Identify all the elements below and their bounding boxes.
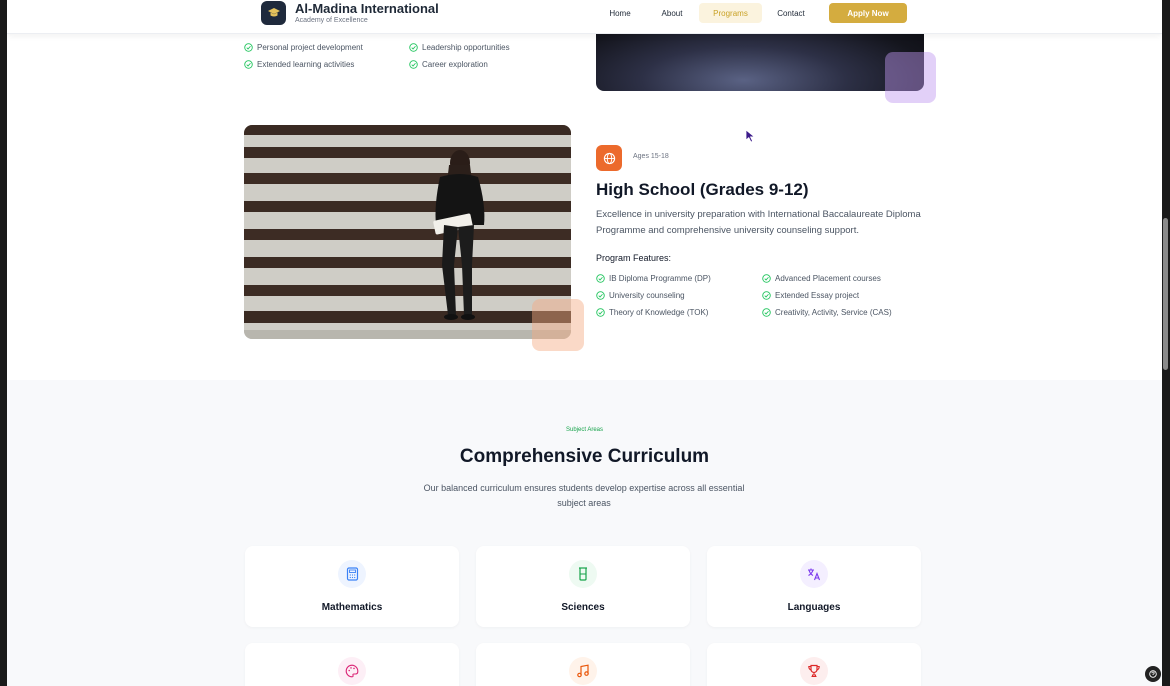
logo-badge[interactable] <box>261 1 286 25</box>
feature-text: Leadership opportunities <box>422 43 510 52</box>
subject-card-languages[interactable]: Languages <box>707 546 921 627</box>
apply-now-button[interactable]: Apply Now <box>829 3 907 23</box>
feature-text: IB Diploma Programme (DP) <box>609 274 711 283</box>
subject-label: Languages <box>787 602 841 613</box>
mouse-cursor-icon <box>745 129 756 143</box>
check-circle-icon <box>244 43 253 52</box>
info-icon <box>1149 670 1157 678</box>
subject-icon-wrap <box>569 657 597 685</box>
brand-name[interactable]: Al-Madina International <box>295 1 439 16</box>
feature-text: Extended Essay project <box>775 291 860 300</box>
palette-icon <box>345 664 359 678</box>
subject-icon-wrap <box>338 657 366 685</box>
floating-help-button[interactable] <box>1145 666 1161 682</box>
check-circle-icon <box>244 60 253 69</box>
program-badge <box>596 145 622 171</box>
decorative-square <box>532 299 584 351</box>
program-title: High School (Grades 9-12) <box>596 180 809 199</box>
check-circle-icon <box>596 274 605 283</box>
subject-card-sciences[interactable]: Sciences <box>476 546 690 627</box>
check-circle-icon <box>596 308 605 317</box>
curriculum-section <box>7 380 1162 686</box>
check-circle-icon <box>409 43 418 52</box>
program-features-label: Program Features: <box>596 253 672 263</box>
graduation-cap-icon <box>267 8 280 17</box>
nav-contact[interactable]: Contact <box>771 3 811 23</box>
brand-tagline: Academy of Excellence <box>295 17 368 24</box>
feature-text: University counseling <box>609 291 685 300</box>
feature-text: Extended learning activities <box>257 60 355 69</box>
list-item: University counseling <box>596 291 685 300</box>
check-circle-icon <box>596 291 605 300</box>
list-item: Career exploration <box>409 60 488 69</box>
scrollbar-thumb[interactable] <box>1163 218 1168 370</box>
subject-icon-wrap <box>800 657 828 685</box>
list-item: Extended learning activities <box>244 60 354 69</box>
globe-icon <box>603 152 615 164</box>
list-item: Theory of Knowledge (TOK) <box>596 308 708 317</box>
program-description: Excellence in university preparation wit… <box>596 209 921 236</box>
subject-label: Sciences <box>561 602 605 613</box>
decorative-square <box>885 52 936 103</box>
feature-text: Creativity, Activity, Service (CAS) <box>775 308 892 317</box>
section-description: Our balanced curriculum ensures students… <box>423 483 745 508</box>
trophy-icon <box>808 664 820 678</box>
check-circle-icon <box>762 274 771 283</box>
check-circle-icon <box>409 60 418 69</box>
feature-text: Theory of Knowledge (TOK) <box>609 308 709 317</box>
calculator-icon <box>346 567 358 581</box>
feature-text: Personal project development <box>257 43 363 52</box>
list-item: Advanced Placement courses <box>762 274 881 283</box>
list-item: Creativity, Activity, Service (CAS) <box>762 308 892 317</box>
nav-programs[interactable]: Programs <box>699 3 762 23</box>
subject-card-sports[interactable] <box>707 643 921 686</box>
feature-text: Advanced Placement courses <box>775 274 881 283</box>
list-item: Personal project development <box>244 43 363 52</box>
list-item: Extended Essay project <box>762 291 859 300</box>
section-eyebrow: Subject Areas <box>565 427 604 433</box>
age-range: Ages 15-18 <box>633 153 669 160</box>
list-item: Leadership opportunities <box>409 43 510 52</box>
check-circle-icon <box>762 308 771 317</box>
music-note-icon <box>577 664 589 678</box>
list-item: IB Diploma Programme (DP) <box>596 274 711 283</box>
beaker-icon <box>579 567 587 581</box>
feature-text: Career exploration <box>422 60 488 69</box>
subject-icon-wrap <box>338 560 366 588</box>
translate-icon <box>808 568 821 581</box>
section-title: Comprehensive Curriculum <box>459 446 710 467</box>
nav-about[interactable]: About <box>655 3 689 23</box>
check-circle-icon <box>762 291 771 300</box>
subject-label: Mathematics <box>321 602 383 613</box>
high-school-image <box>244 125 571 339</box>
site-header: Al-Madina International Academy of Excel… <box>7 0 1162 34</box>
nav-home[interactable]: Home <box>603 3 637 23</box>
subject-icon-wrap <box>569 560 597 588</box>
subject-card-music[interactable] <box>476 643 690 686</box>
subject-icon-wrap <box>800 560 828 588</box>
subject-card-mathematics[interactable]: Mathematics <box>245 546 459 627</box>
subject-card-arts[interactable] <box>245 643 459 686</box>
page-viewport: Al-Madina International Academy of Excel… <box>7 0 1162 686</box>
